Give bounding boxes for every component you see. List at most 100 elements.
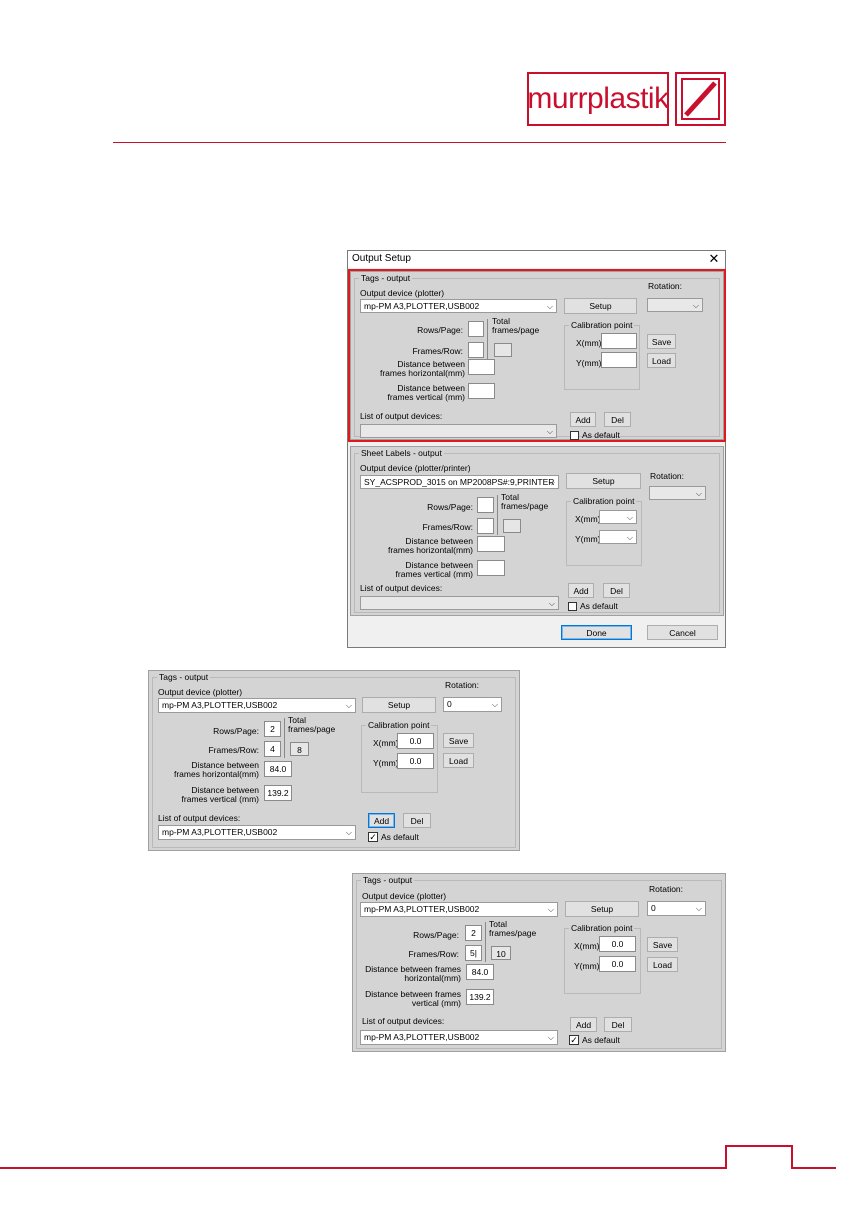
ex1-frames-label: Frames/Row: [208, 745, 259, 755]
sheet-list-label: List of output devices: [360, 583, 443, 593]
sheet-rows-input[interactable] [477, 497, 494, 513]
ex2-as-default-checkbox[interactable]: ✓ [569, 1035, 579, 1045]
chevron-down-icon: ⌵ [695, 489, 702, 498]
sheet-device-label: Output device (plotter/printer) [360, 463, 471, 473]
ex2-dist-v-input[interactable]: 139.2 [466, 989, 494, 1005]
cancel-button[interactable]: Cancel [647, 625, 718, 640]
ex2-y-label: Y(mm) [574, 961, 600, 971]
sheet-dist-v-label: Distance between frames vertical (mm) [395, 560, 473, 579]
ex2-calibration-title: Calibration point [569, 923, 635, 933]
header-rule [113, 142, 726, 143]
ex1-y-input[interactable]: 0.0 [397, 753, 434, 769]
sheet-frames-label: Frames/Row: [422, 522, 473, 532]
chevron-down-icon: ⌵ [547, 905, 554, 914]
ex1-rotation-label: Rotation: [445, 680, 480, 690]
ex2-rotation-select[interactable]: 0 ⌵ [647, 901, 706, 916]
sheet-frames-input[interactable] [477, 518, 494, 534]
ex1-rows-input[interactable]: 2 [264, 721, 281, 737]
sheet-del-button[interactable]: Del [603, 583, 630, 598]
ex1-del-button[interactable]: Del [403, 813, 431, 828]
ex2-as-default-label: As default [582, 1035, 620, 1045]
output-setup-dialog: Output Setup ✕ Tags - output Output devi… [347, 250, 726, 648]
ex1-dist-h-label: Distance between frames horizontal(mm) [173, 760, 259, 779]
ex1-add-button[interactable]: Add [368, 813, 395, 828]
ex2-dist-h-input[interactable]: 84.0 [466, 964, 494, 980]
dialog-titlebar: Output Setup [348, 251, 725, 268]
ex1-device-label: Output device (plotter) [158, 687, 243, 697]
ex2-add-button[interactable]: Add [570, 1017, 597, 1032]
ex1-x-label: X(mm) [373, 738, 399, 748]
sheet-total-value [503, 519, 521, 533]
close-icon[interactable]: ✕ [705, 251, 723, 268]
ex2-load-button[interactable]: Load [647, 957, 678, 972]
ex1-save-button[interactable]: Save [443, 733, 474, 748]
ex2-total-bracket [485, 922, 486, 962]
ex2-device-label: Output device (plotter) [362, 891, 447, 901]
ex1-total-label: Total frames/page [288, 715, 336, 734]
sheet-as-default-checkbox[interactable] [568, 602, 577, 611]
ex2-save-button[interactable]: Save [647, 937, 678, 952]
sheet-calibration-title: Calibration point [571, 496, 637, 506]
ex1-calibration-title: Calibration point [366, 720, 432, 730]
sheet-x-label: X(mm) [575, 514, 601, 524]
ex2-rows-input[interactable]: 2 [465, 925, 482, 941]
ex1-setup-button[interactable]: Setup [362, 697, 436, 713]
footer-rule-right [791, 1167, 836, 1169]
ex1-as-default-label: As default [381, 832, 419, 842]
ex2-list-label: List of output devices: [362, 1016, 445, 1026]
tags-highlight-frame [348, 269, 726, 442]
footer-tab-top-edge [725, 1145, 793, 1147]
ex2-device-select[interactable]: mp-PM A3,PLOTTER,USB002 ⌵ [360, 902, 558, 917]
ex2-x-input[interactable]: 0.0 [599, 936, 636, 952]
ex1-load-button[interactable]: Load [443, 753, 474, 768]
chevron-down-icon: ⌵ [548, 599, 555, 608]
ex1-list-label: List of output devices: [158, 813, 241, 823]
ex2-rotation-label: Rotation: [649, 884, 684, 894]
tags-example-1-panel: Tags - output Output device (plotter) mp… [148, 670, 520, 851]
sheet-setup-button[interactable]: Setup [566, 473, 641, 489]
sheet-list-select[interactable]: ⌵ [360, 596, 559, 610]
sheet-add-button[interactable]: Add [568, 583, 594, 598]
chevron-down-icon: ⌵ [547, 1033, 554, 1042]
ex2-total-label: Total frames/page [489, 919, 537, 938]
ex1-total-bracket [284, 718, 285, 758]
ex2-del-button[interactable]: Del [604, 1017, 632, 1032]
ex2-rows-label: Rows/Page: [413, 930, 459, 940]
ex2-x-label: X(mm) [574, 941, 600, 951]
ex1-frames-input[interactable]: 4 [264, 741, 281, 757]
sheet-device-select[interactable]: SY_ACSPROD_3015 on MP2008PS#:9,PRINTER ⌵ [360, 475, 559, 489]
ex2-dist-h-label: Distance between frames horizontal(mm) [365, 964, 461, 983]
ex1-dist-h-input[interactable]: 84.0 [264, 761, 292, 777]
sheet-dist-v-input[interactable] [477, 560, 505, 576]
ex2-setup-button[interactable]: Setup [565, 901, 639, 917]
ex1-x-input[interactable]: 0.0 [397, 733, 434, 749]
ex2-list-select[interactable]: mp-PM A3,PLOTTER,USB002 ⌵ [360, 1030, 558, 1045]
ex1-dist-v-input[interactable]: 139.2 [264, 785, 292, 801]
sheet-as-default-label: As default [580, 601, 618, 611]
chevron-down-icon: ⌵ [345, 701, 352, 710]
sheet-total-bracket [497, 495, 498, 535]
footer-tab-right-edge [791, 1145, 793, 1169]
ex2-frames-input[interactable]: 5| [465, 945, 482, 961]
ex1-rotation-select[interactable]: 0 ⌵ [443, 697, 502, 712]
sheet-rotation-select[interactable]: ⌵ [649, 486, 706, 500]
sheet-y-select[interactable]: ⌵ [599, 530, 637, 544]
sheet-dist-h-label: Distance between frames horizontal(mm) [387, 536, 473, 555]
ex1-list-select[interactable]: mp-PM A3,PLOTTER,USB002 ⌵ [158, 825, 356, 840]
ex2-y-input[interactable]: 0.0 [599, 956, 636, 972]
chevron-down-icon: ⌵ [695, 904, 702, 913]
tags-example-2-panel: Tags - output Output device (plotter) mp… [352, 873, 726, 1052]
footer-tab-left-edge [725, 1145, 727, 1169]
chevron-down-icon: ⌵ [345, 828, 352, 837]
ex1-rows-label: Rows/Page: [213, 726, 259, 736]
sheet-rows-label: Rows/Page: [427, 502, 473, 512]
done-button[interactable]: Done [561, 625, 632, 640]
chevron-down-icon: ⌵ [491, 700, 498, 709]
sheet-x-select[interactable]: ⌵ [599, 510, 637, 524]
sheet-group-title: Sheet Labels - output [359, 448, 444, 458]
logo-slash-icon [675, 72, 726, 126]
ex1-as-default-checkbox[interactable]: ✓ [368, 832, 378, 842]
ex2-dist-v-label: Distance between frames vertical (mm) [365, 989, 461, 1008]
ex1-device-select[interactable]: mp-PM A3,PLOTTER,USB002 ⌵ [158, 698, 356, 713]
sheet-dist-h-input[interactable] [477, 536, 505, 552]
